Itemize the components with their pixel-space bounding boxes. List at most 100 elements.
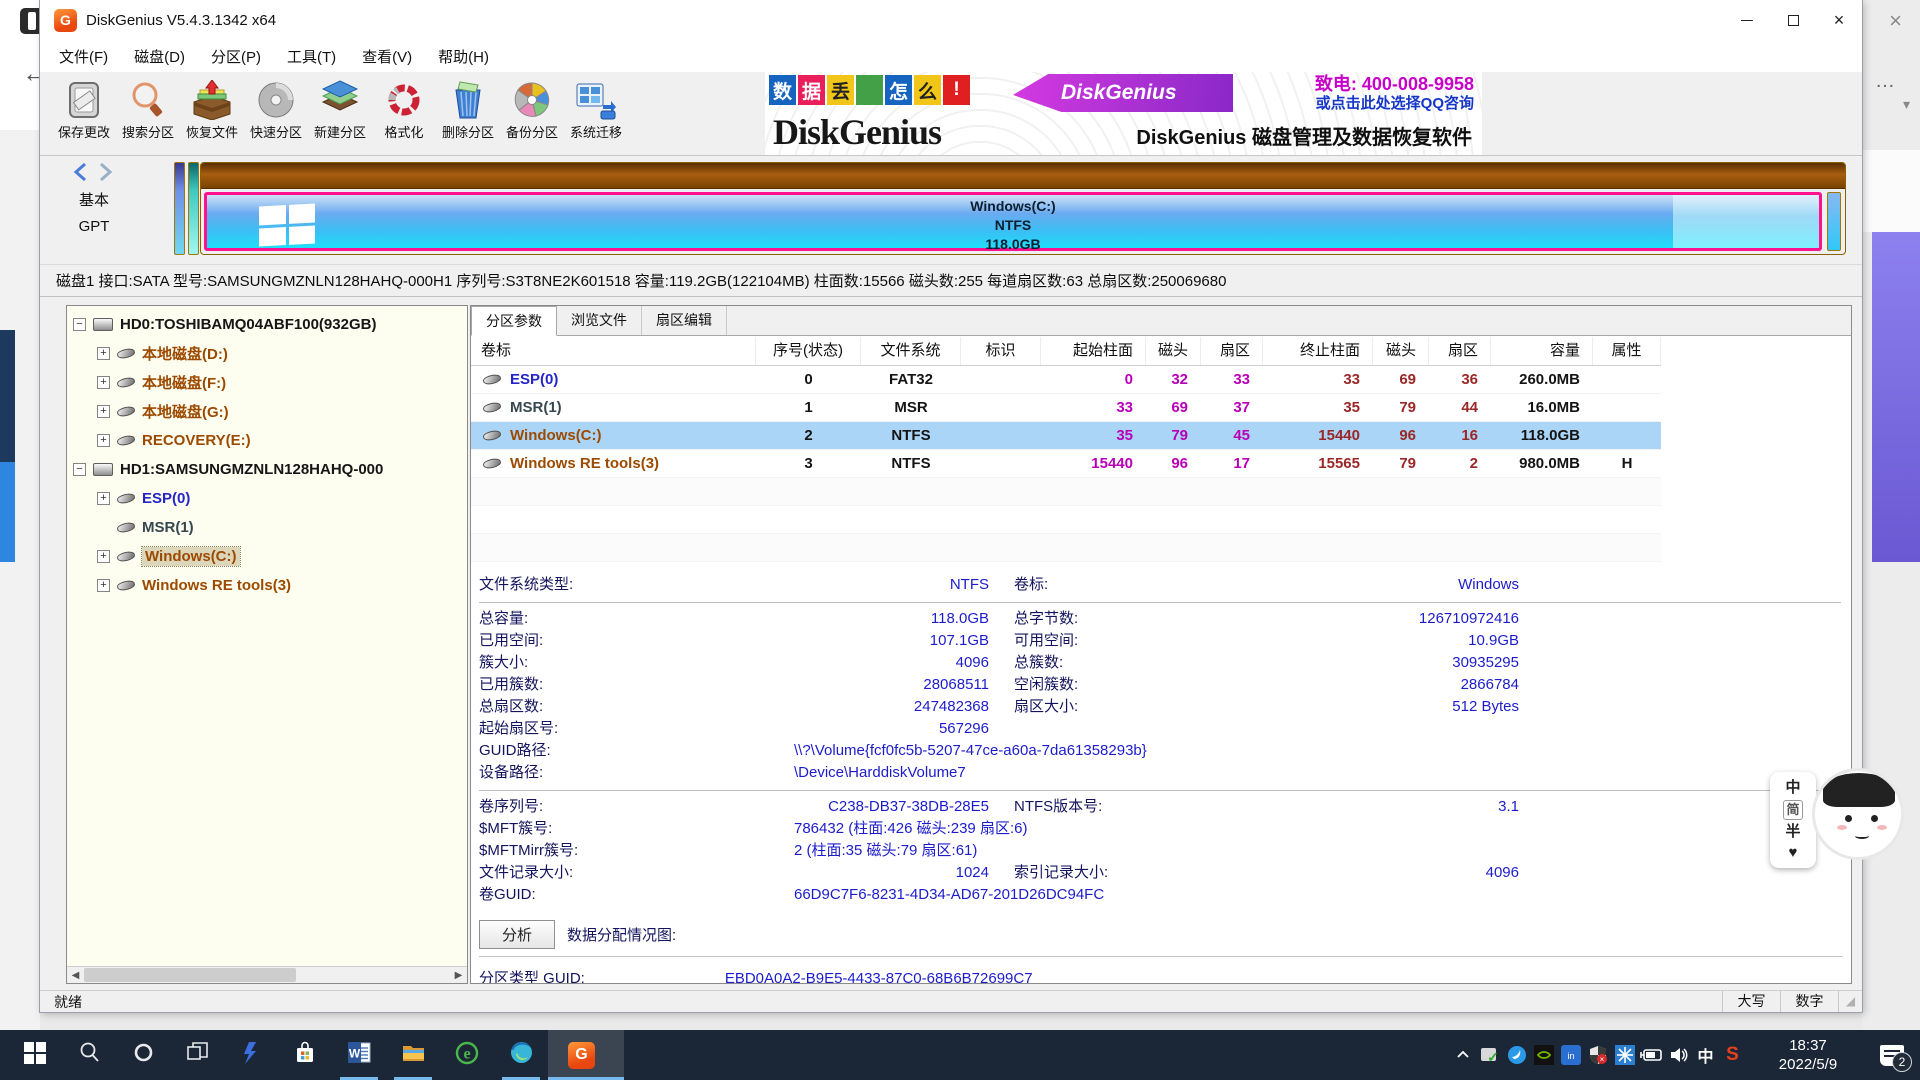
tree-expander-icon[interactable]: + [97, 376, 110, 389]
tab-浏览文件[interactable]: 浏览文件 [557, 306, 642, 335]
taskbar-file-explorer-button[interactable] [386, 1030, 440, 1080]
scroll-right-icon[interactable]: ▶ [450, 967, 467, 983]
toolbar-save-changes-button[interactable]: 保存更改 [52, 72, 116, 141]
taskbar-flash-button[interactable] [224, 1030, 278, 1080]
tray-intel-graphics-icon[interactable]: in [1557, 1030, 1584, 1080]
tray-snowflake-icon[interactable] [1611, 1030, 1638, 1080]
tree-item-RECOVERY-E--[interactable]: +RECOVERY(E:) [67, 426, 467, 455]
tray-messenger-bird-icon[interactable] [1503, 1030, 1530, 1080]
toolbar-backup-partition-button[interactable]: 备份分区 [500, 72, 564, 141]
menu-item-5[interactable]: 帮助(H) [425, 42, 502, 71]
menu-item-1[interactable]: 磁盘(D) [121, 42, 198, 71]
prev-disk-icon[interactable] [72, 162, 90, 182]
ime-floating-panel[interactable]: 中简半 ♥ [1770, 772, 1816, 868]
cell-no: 1 [756, 399, 861, 416]
tree-expander-icon[interactable]: + [97, 434, 110, 447]
tray-defender-alert-icon[interactable]: × [1584, 1030, 1611, 1080]
partition-label-line: Windows(C:) [207, 197, 1819, 216]
tab-分区参数[interactable]: 分区参数 [471, 306, 557, 336]
partition-bar-windows-c[interactable]: Windows(C:)NTFS118.0GB [204, 192, 1822, 251]
toolbar-delete-partition-button[interactable]: 删除分区 [436, 72, 500, 141]
menu-item-2[interactable]: 分区(P) [198, 42, 274, 71]
taskbar-clock[interactable]: 18:37 2022/5/9 [1756, 1036, 1860, 1074]
detail-row: 总容量:118.0GB总字节数:126710972416 [479, 608, 1841, 630]
tree-item------G--[interactable]: +本地磁盘(G:) [67, 397, 467, 426]
minimize-button[interactable] [1724, 0, 1770, 40]
tree-horizontal-scrollbar[interactable]: ◀ ▶ [67, 966, 467, 983]
table-row-MSR-1-[interactable]: MSR(1)1MSR33693735794416.0MB [471, 394, 1661, 422]
tree-item-HD0-TOSHIBAMQ04ABF100-932GB-[interactable]: −HD0:TOSHIBAMQ04ABF100(932GB) [67, 310, 467, 339]
next-disk-icon[interactable] [96, 162, 114, 182]
partition-bar-esp[interactable] [174, 162, 185, 255]
detail-row: 起始扇区号:567296 [479, 718, 1841, 740]
partition-bar-re-tools[interactable] [1827, 192, 1841, 251]
toolbar-quick-partition-button[interactable]: 快速分区 [244, 72, 308, 141]
cell-ss: 33 [1201, 371, 1263, 388]
background-window-right: × … ▾ [1862, 0, 1920, 1030]
ime-item-2[interactable]: 半 [1785, 823, 1800, 841]
ime-avatar[interactable] [1812, 768, 1904, 860]
tree-expander-icon[interactable]: + [97, 347, 110, 360]
action-center-button[interactable]: 2 [1870, 1030, 1914, 1080]
toolbar-search-partition-button[interactable]: 搜索分区 [116, 72, 180, 141]
background-close-icon[interactable]: × [1889, 8, 1902, 34]
tree-item-ESP-0-[interactable]: +ESP(0) [67, 484, 467, 513]
cell-es: 16 [1429, 427, 1491, 444]
status-ready: 就绪 [40, 992, 1722, 1012]
ime-item-0[interactable]: 中 [1785, 779, 1800, 797]
table-row-ESP-0-[interactable]: ESP(0)0FAT3203233336936260.0MB [471, 366, 1661, 394]
taskbar-edge-button[interactable] [494, 1030, 548, 1080]
tree-expander-icon[interactable]: + [97, 492, 110, 505]
tray-power-icon[interactable] [1638, 1030, 1665, 1080]
tree-expander-icon[interactable]: + [97, 579, 110, 592]
taskbar-task-view-button[interactable] [170, 1030, 224, 1080]
tray-ime-chinese-icon[interactable]: 中 [1692, 1030, 1719, 1080]
taskbar-diskgenius-button[interactable]: G [548, 1030, 624, 1080]
menu-item-0[interactable]: 文件(F) [46, 42, 121, 71]
tree-expander-icon[interactable]: − [73, 463, 86, 476]
taskbar-cortana-button[interactable] [116, 1030, 170, 1080]
maximize-button[interactable] [1770, 0, 1816, 40]
taskbar-start-button[interactable] [8, 1030, 62, 1080]
toolbar-format-partition-button[interactable]: 格式化 [372, 72, 436, 141]
taskbar-word-button[interactable]: W [332, 1030, 386, 1080]
tray-nvidia-icon[interactable] [1530, 1030, 1557, 1080]
tray-volume-icon[interactable] [1665, 1030, 1692, 1080]
tab-扇区编辑[interactable]: 扇区编辑 [642, 306, 727, 335]
taskbar-store-button[interactable] [278, 1030, 332, 1080]
table-row-Windows-C--[interactable]: Windows(C:)2NTFS357945154409616118.0GB [471, 422, 1661, 450]
taskbar-internet-explorer-button[interactable]: e [440, 1030, 494, 1080]
scrollbar-thumb[interactable] [84, 968, 296, 982]
resize-grip[interactable]: ◢ [1838, 991, 1862, 1012]
table-row-Windows-RE-tools-3-[interactable]: Windows RE tools(3)3NTFS1544096171556579… [471, 450, 1661, 478]
menu-item-4[interactable]: 查看(V) [349, 42, 425, 71]
cell-sh: 69 [1146, 399, 1201, 416]
tree-expander-icon[interactable]: + [97, 405, 110, 418]
tree-expander-icon[interactable]: − [73, 318, 86, 331]
tree-item------D--[interactable]: +本地磁盘(D:) [67, 339, 467, 368]
analyze-button[interactable]: 分析 [479, 920, 555, 949]
menu-item-3[interactable]: 工具(T) [274, 42, 349, 71]
ime-item-1[interactable]: 简 [1783, 800, 1802, 820]
partition-bar-msr[interactable] [188, 162, 199, 255]
tray-hidden-icons-chevron-icon[interactable] [1449, 1030, 1476, 1080]
detail-value: 126710972416 [1204, 608, 1519, 630]
tree-item-HD1-SAMSUNGMZNLN128HAHQ-000[interactable]: −HD1:SAMSUNGMZNLN128HAHQ-000 [67, 455, 467, 484]
scroll-left-icon[interactable]: ◀ [67, 967, 84, 983]
background-more-icon[interactable]: … [1875, 70, 1896, 93]
tray-antivirus-ok-icon[interactable]: ✓ [1476, 1030, 1503, 1080]
tree-item------F--[interactable]: +本地磁盘(F:) [67, 368, 467, 397]
toolbar-system-migration-button[interactable]: 系统迁移 [564, 72, 628, 141]
close-button[interactable]: × [1816, 0, 1862, 40]
disk-bar-header[interactable] [201, 163, 1845, 189]
taskbar-search-button[interactable] [62, 1030, 116, 1080]
promo-banner[interactable]: 数据丢怎么! DiskGenius 致电: 400-008-9958 或点击此处… [765, 72, 1482, 155]
toolbar-recover-files-button[interactable]: 恢复文件 [180, 72, 244, 141]
tree-item-Windows-RE-tools-3-[interactable]: +Windows RE tools(3) [67, 571, 467, 600]
tree-expander-icon[interactable]: + [97, 550, 110, 563]
tree-item-Windows-C--[interactable]: +Windows(C:) [67, 542, 467, 571]
ime-item-3[interactable]: ♥ [1789, 844, 1798, 862]
tray-sogou-icon[interactable]: S [1719, 1030, 1746, 1080]
tree-item-MSR-1-[interactable]: MSR(1) [67, 513, 467, 542]
toolbar-new-partition-button[interactable]: 新建分区 [308, 72, 372, 141]
